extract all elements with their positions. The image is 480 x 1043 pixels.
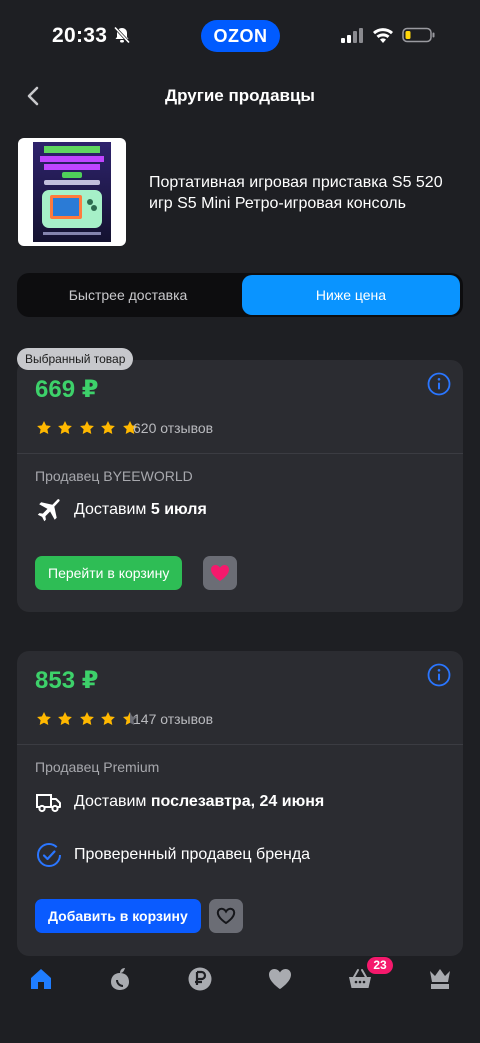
ozon-logo: OZON <box>201 20 280 52</box>
wifi-icon <box>373 28 393 43</box>
product-header[interactable]: Портативная игровая приставка S5 520 игр… <box>18 138 462 246</box>
star-icon <box>58 421 73 434</box>
star-icon <box>58 712 73 725</box>
ruble-icon[interactable] <box>187 966 213 992</box>
reviews-count[interactable]: 620 отзывов <box>133 420 213 436</box>
signal-icon <box>341 28 363 43</box>
star-icon <box>101 712 116 725</box>
nav-header: Другие продавцы <box>0 72 480 120</box>
star-icon <box>80 712 94 725</box>
favorite-button[interactable] <box>209 899 243 933</box>
divider <box>17 744 463 745</box>
star-icon <box>37 421 51 434</box>
offer-price: 669 ₽ <box>35 376 99 403</box>
sort-toggle: Быстрее доставка Ниже цена <box>17 273 463 317</box>
info-icon[interactable] <box>427 372 451 396</box>
go-to-cart-button[interactable]: Перейти в корзину <box>35 556 183 590</box>
heart-filled-icon <box>211 565 229 581</box>
delivery-prefix: Доставим <box>74 793 151 810</box>
seller-name[interactable]: Продавец BYEEWORLD <box>35 468 193 484</box>
delivery-prefix: Доставим <box>74 501 151 518</box>
favorites-icon[interactable] <box>267 966 293 992</box>
verified-seller-text: Проверенный продавец бренда <box>74 846 311 863</box>
seller-name[interactable]: Продавец Premium <box>35 759 159 775</box>
offer-card: 669 ₽ 620 отзывов Продавец BYEEWORLD Дос… <box>17 360 463 612</box>
add-to-cart-button[interactable]: Добавить в корзину <box>35 899 201 933</box>
delivery-text: Доставим 5 июля <box>74 501 207 519</box>
rating-stars <box>36 420 139 436</box>
info-icon[interactable] <box>427 663 451 687</box>
heart-outline-icon <box>216 907 236 925</box>
star-icon <box>101 421 116 434</box>
home-icon[interactable] <box>28 966 54 992</box>
star-icon <box>37 712 51 725</box>
battery-icon <box>402 27 435 43</box>
tab-faster-delivery[interactable]: Быстрее доставка <box>19 275 237 315</box>
favorite-button[interactable] <box>203 556 237 590</box>
profile-icon[interactable] <box>427 966 453 992</box>
delivery-date: послезавтра, 24 июня <box>150 793 325 810</box>
bell-muted-icon <box>113 26 131 44</box>
status-bar: 20:33 OZON <box>0 0 480 72</box>
fresh-icon[interactable] <box>107 966 133 992</box>
selected-item-badge: Выбранный товар <box>17 348 134 370</box>
tab-lower-price[interactable]: Ниже цена <box>242 275 460 315</box>
offer-card: 853 ₽ 147 отзывов Продавец Premium Доста… <box>17 651 463 956</box>
airplane-icon <box>37 499 60 522</box>
product-title[interactable]: Портативная игровая приставка S5 520 игр… <box>149 172 469 214</box>
rating-stars <box>36 711 139 727</box>
star-icon <box>80 421 94 434</box>
cart-count-badge: 23 <box>367 957 393 974</box>
product-image[interactable] <box>18 138 126 246</box>
bottom-tab-bar <box>0 956 480 1043</box>
divider <box>17 453 463 454</box>
truck-icon <box>36 794 61 813</box>
page-title: Другие продавцы <box>165 86 315 105</box>
delivery-date: 5 июля <box>150 501 207 518</box>
status-time: 20:33 <box>52 24 108 47</box>
product-image-graphic <box>33 142 111 242</box>
offer-price: 853 ₽ <box>35 667 99 694</box>
reviews-count[interactable]: 147 отзывов <box>133 711 213 727</box>
delivery-text: Доставим послезавтра, 24 июня <box>74 793 324 811</box>
verified-check-icon <box>37 843 61 867</box>
